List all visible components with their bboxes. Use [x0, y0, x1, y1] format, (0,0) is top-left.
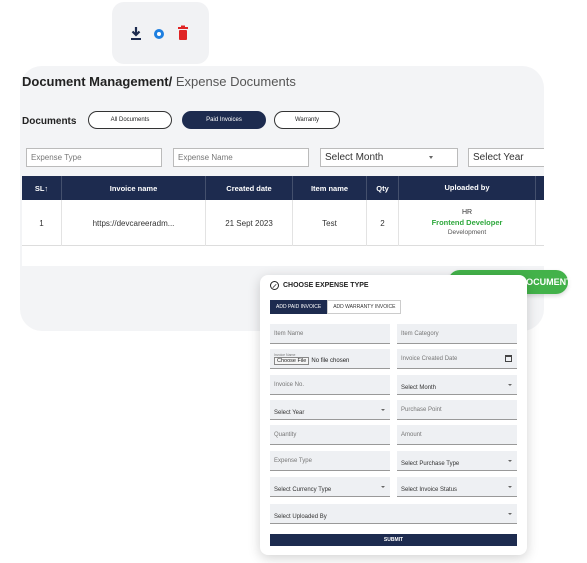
cell-extra: [536, 200, 544, 246]
expense-form-modal: CHOOSE EXPENSE TYPE ADD PAID INVOICE ADD…: [260, 275, 527, 555]
month-select[interactable]: Select Month: [320, 148, 458, 167]
column-header-sl[interactable]: SL↑: [22, 176, 62, 200]
file-input-row: Choose File No file chosen: [274, 356, 350, 365]
column-header-invoice: Invoice name: [62, 176, 206, 200]
calendar-icon[interactable]: [505, 355, 512, 362]
table-header: SL↑ Invoice name Created date Item name …: [22, 176, 544, 200]
column-header-item: Item name: [293, 176, 367, 200]
uploaded-by-dropdown[interactable]: Select Uploaded By: [270, 504, 517, 524]
currency-type-value: Select Currency Type: [274, 487, 332, 493]
column-header-uploaded-by: Uploaded by: [399, 176, 536, 200]
year-select[interactable]: Select Year: [468, 148, 544, 167]
table-row[interactable]: 1 https://devcareeradm... 21 Sept 2023 T…: [22, 200, 544, 246]
item-name-field[interactable]: Item Name: [270, 324, 390, 344]
chevron-down-icon: [508, 384, 512, 386]
column-header-date: Created date: [206, 176, 293, 200]
item-category-field[interactable]: Item Category: [397, 324, 517, 344]
chevron-down-icon: [508, 513, 512, 515]
uploader-role: Frontend Developer: [431, 218, 503, 227]
amount-field[interactable]: Amount: [397, 425, 517, 445]
chevron-down-icon: [508, 460, 512, 462]
currency-type-dropdown[interactable]: Select Currency Type: [270, 477, 390, 497]
cell-qty: 2: [367, 200, 399, 246]
purchase-type-value: Select Purchase Type: [401, 461, 460, 467]
modal-title: CHOOSE EXPENSE TYPE: [270, 281, 369, 290]
chevron-down-icon: [508, 486, 512, 488]
cell-uploaded-by: HR Frontend Developer Development: [399, 200, 536, 246]
invoice-date-field[interactable]: Invoice Created Date: [397, 349, 517, 369]
file-status: No file chosen: [311, 357, 350, 364]
column-header-extra: [536, 176, 544, 200]
tab-paid-invoices[interactable]: Paid Invoices: [182, 111, 266, 129]
table-empty-row: [22, 246, 544, 266]
chevron-down-icon: [429, 156, 433, 159]
cell-invoice-link[interactable]: https://devcareeradm...: [62, 200, 206, 246]
uploader-department: HR: [461, 209, 473, 216]
tab-warranty[interactable]: Warranty: [274, 111, 340, 129]
row-action-toolbar: [112, 2, 209, 64]
cell-item: Test: [293, 200, 367, 246]
tab-all-documents[interactable]: All Documents: [88, 111, 172, 129]
purchase-type-dropdown[interactable]: Select Purchase Type: [397, 451, 517, 471]
modal-tabs: ADD PAID INVOICE ADD WARRANTY INVOICE: [270, 300, 402, 314]
choose-file-button[interactable]: Choose File: [274, 356, 310, 365]
modal-title-text: CHOOSE EXPENSE TYPE: [283, 282, 369, 289]
submit-button[interactable]: SUBMIT: [270, 534, 517, 546]
documents-label: Documents: [22, 116, 77, 127]
invoice-status-value: Select Invoice Status: [401, 487, 458, 493]
expense-type-filter[interactable]: Expense Type: [26, 148, 162, 167]
chevron-down-icon: [381, 486, 385, 488]
eye-icon[interactable]: [152, 24, 166, 42]
expense-name-filter[interactable]: Expense Name: [173, 148, 309, 167]
quantity-field[interactable]: Quantity: [270, 425, 390, 445]
month-select-value: Select Month: [325, 152, 384, 163]
invoice-status-dropdown[interactable]: Select Invoice Status: [397, 477, 517, 497]
purchase-point-field[interactable]: Purchase Point: [397, 400, 517, 420]
uploader-team: Development: [447, 229, 487, 236]
chevron-down-icon: [381, 409, 385, 411]
cell-date: 21 Sept 2023: [206, 200, 293, 246]
uploaded-by-value: Select Uploaded By: [274, 514, 327, 520]
month-dropdown-value: Select Month: [401, 385, 437, 391]
expense-type-field[interactable]: Expense Type: [270, 451, 390, 471]
page-title: Document Management/ Expense Documents: [22, 74, 296, 89]
cell-sl: 1: [22, 200, 62, 246]
tab-add-warranty-invoice[interactable]: ADD WARRANTY INVOICE: [327, 300, 402, 314]
breadcrumb-current: Expense Documents: [172, 74, 296, 89]
year-dropdown-value: Select Year: [274, 410, 305, 416]
edit-circle-icon: [270, 281, 279, 290]
invoice-no-field[interactable]: Invoice No.: [270, 375, 390, 395]
invoice-date-placeholder: Invoice Created Date: [401, 355, 458, 362]
column-header-qty: Qty: [367, 176, 399, 200]
month-dropdown[interactable]: Select Month: [397, 375, 517, 395]
breadcrumb-parent[interactable]: Document Management/: [22, 74, 172, 89]
invoice-file-field[interactable]: Invoice Name Choose File No file chosen: [270, 349, 390, 369]
trash-icon[interactable]: [176, 24, 190, 42]
year-dropdown[interactable]: Select Year: [270, 400, 390, 420]
tab-add-paid-invoice[interactable]: ADD PAID INVOICE: [270, 300, 328, 314]
download-icon[interactable]: [129, 24, 143, 42]
